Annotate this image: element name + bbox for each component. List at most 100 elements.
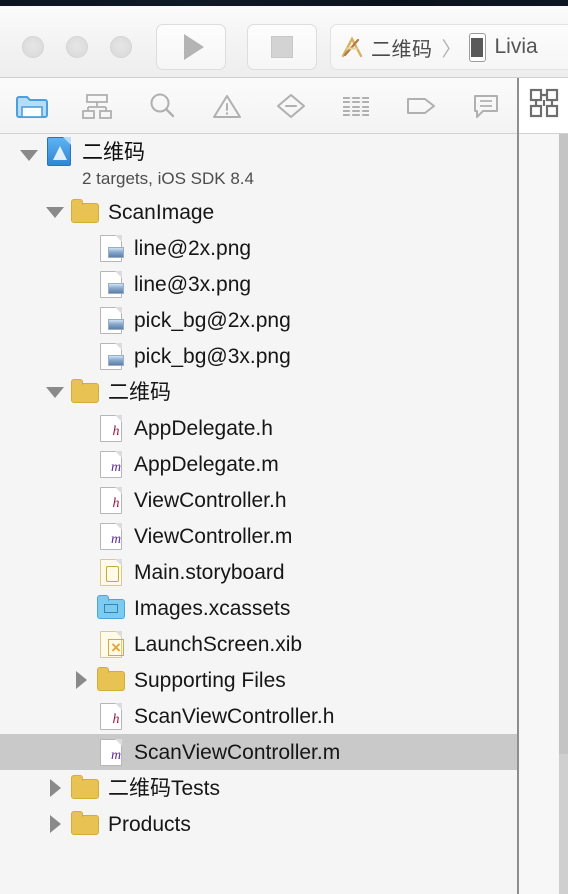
navigator-tab-issue[interactable]: [194, 78, 259, 134]
disclosure-triangle-closed[interactable]: [72, 671, 90, 689]
source-file-icon: m: [100, 739, 122, 766]
diamond-minus-icon: [277, 93, 306, 118]
navigator-tab-log[interactable]: [453, 78, 518, 134]
navigator-tab-breakpoint[interactable]: [389, 78, 454, 134]
image-file-icon: [100, 235, 124, 262]
project-row-text: 二维码 2 targets, iOS SDK 8.4: [82, 136, 254, 187]
tree-row[interactable]: line@2x.png: [0, 230, 518, 266]
folder-yellow-icon: [71, 379, 99, 403]
tree-row[interactable]: m ViewController.m: [0, 518, 518, 554]
folder-yellow-icon: [71, 199, 99, 223]
scheme-name-label: 二维码: [371, 38, 433, 61]
tree-row-label: ScanViewController.m: [134, 740, 341, 764]
stop-button[interactable]: [247, 24, 317, 70]
project-title-label: 二维码: [82, 141, 145, 164]
source-file-icon: m: [100, 451, 122, 478]
tree-row[interactable]: 二维码Tests: [0, 770, 518, 806]
tree-row-icon: [70, 197, 100, 227]
scrollbar-thumb[interactable]: [559, 134, 568, 754]
image-file-icon: [100, 343, 124, 370]
project-navigator-tree[interactable]: 二维码 2 targets, iOS SDK 8.4 ScanImage line@2…: [0, 134, 518, 894]
folder-icon: [16, 95, 49, 118]
tree-row[interactable]: ScanImage: [0, 194, 518, 230]
tree-row[interactable]: Main.storyboard: [0, 554, 518, 590]
image-file-icon: [100, 307, 124, 334]
tree-row-icon: [44, 136, 74, 166]
tree-row-icon: [96, 557, 126, 587]
disclosure-triangle-open[interactable]: [46, 206, 64, 218]
tree-row[interactable]: h ViewController.h: [0, 482, 518, 518]
tree-row-label: pick_bg@2x.png: [134, 308, 291, 332]
xib-file-icon: ×: [100, 631, 124, 658]
tree-row-project[interactable]: 二维码 2 targets, iOS SDK 8.4: [0, 134, 518, 194]
tree-row[interactable]: line@3x.png: [0, 266, 518, 302]
chevron-right-icon: 〉: [441, 38, 462, 61]
tree-row-label: ViewController.h: [134, 488, 287, 512]
header-file-icon: h: [100, 703, 122, 730]
tree-row[interactable]: m ScanViewController.m: [0, 734, 518, 770]
tree-row[interactable]: × LaunchScreen.xib: [0, 626, 518, 662]
xcode-window: 二维码 〉 Livia 二维码 2 targets, iOS SDK 8.4 S…: [0, 0, 568, 894]
navigator-tab-symbol[interactable]: [65, 78, 130, 134]
navigator-tab-bar: [0, 78, 518, 134]
project-subtitle-label: 2 targets, iOS SDK 8.4: [82, 169, 254, 188]
tree-row-label: 二维码: [108, 380, 171, 404]
destination-name-label: Livia: [494, 35, 538, 58]
tree-row[interactable]: pick_bg@3x.png: [0, 338, 518, 374]
tag-icon: [406, 97, 435, 114]
tree-row-icon: [96, 593, 126, 623]
folder-yellow-icon: [71, 811, 99, 835]
navigator-tab-find[interactable]: [130, 78, 195, 134]
navigator-tab-debug[interactable]: [324, 78, 389, 134]
stop-square-icon: [271, 36, 293, 58]
window-titlebar: 二维码 〉 Livia: [0, 6, 568, 78]
run-button[interactable]: [156, 24, 226, 70]
tree-row-icon: h: [96, 485, 126, 515]
search-icon: [150, 93, 175, 117]
tree-row[interactable]: pick_bg@2x.png: [0, 302, 518, 338]
tree-row[interactable]: Products: [0, 806, 518, 842]
tree-row-label: AppDelegate.m: [134, 452, 279, 476]
traffic-light-group: [22, 36, 132, 58]
tree-row-label: pick_bg@3x.png: [134, 344, 291, 368]
tree-row[interactable]: 二维码: [0, 374, 518, 410]
close-button[interactable]: [22, 36, 44, 58]
tree-row-icon: [96, 341, 126, 371]
tree-row[interactable]: m AppDelegate.m: [0, 446, 518, 482]
navigator-tab-project[interactable]: [0, 78, 65, 134]
tree-row-label: Supporting Files: [134, 668, 286, 692]
tree-row-icon: [96, 665, 126, 695]
disclosure-triangle-closed[interactable]: [46, 779, 64, 797]
tree-row-label: ScanViewController.h: [134, 704, 335, 728]
tree-row-icon: [70, 377, 100, 407]
zoom-button[interactable]: [110, 36, 132, 58]
tree-row[interactable]: h AppDelegate.h: [0, 410, 518, 446]
navigator-tab-test[interactable]: [259, 78, 324, 134]
disclosure-triangle-closed[interactable]: [46, 815, 64, 833]
editor-vertical-scrollbar[interactable]: [559, 134, 568, 894]
tree-row-label: Main.storyboard: [134, 560, 285, 584]
tree-row[interactable]: Supporting Files: [0, 662, 518, 698]
disclosure-triangle-open[interactable]: [20, 136, 38, 161]
tree-row-label: LaunchScreen.xib: [134, 632, 303, 656]
tree-row-icon: m: [96, 737, 126, 767]
folder-yellow-icon: [71, 775, 99, 799]
tree-row[interactable]: h ScanViewController.h: [0, 698, 518, 734]
minimize-button[interactable]: [66, 36, 88, 58]
tree-row-label: ViewController.m: [134, 524, 293, 548]
disclosure-triangle-open[interactable]: [46, 386, 64, 398]
qr-code-icon[interactable]: [529, 88, 559, 123]
tree-row-icon: [96, 269, 126, 299]
scheme-destination-selector[interactable]: 二维码 〉 Livia: [330, 24, 568, 70]
tree-row[interactable]: Images.xcassets: [0, 590, 518, 626]
tree-row-label: ScanImage: [108, 200, 215, 224]
